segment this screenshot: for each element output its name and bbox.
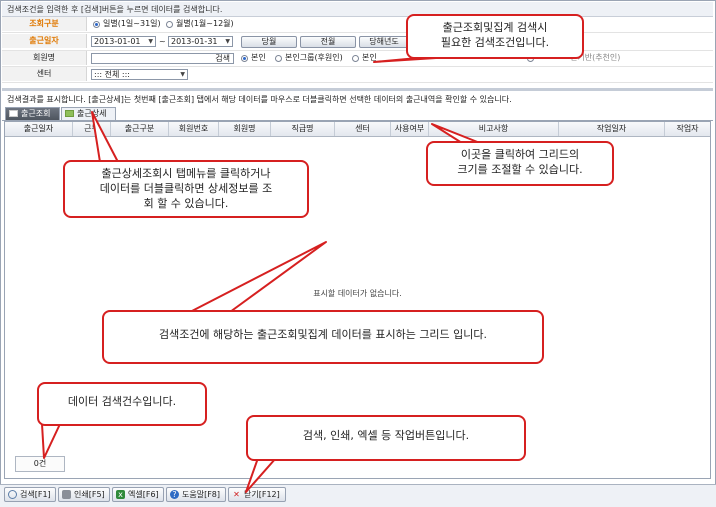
callout-line: 출근조회및집계 검색시 — [442, 21, 548, 34]
callout-line: 크기를 조절할 수 있습니다. — [457, 163, 583, 176]
callout-line: 회 할 수 있습니다. — [143, 197, 229, 210]
callout-count-info: 데이터 검색건수입니다. — [37, 382, 207, 426]
callout-tab-info: 출근상세조회시 탭메뉴를 클릭하거나 데이터를 더블클릭하면 상세정보를 조 회… — [63, 160, 309, 218]
callout-search-conditions: 출근조회및집계 검색시 필요한 검색조건입니다. — [406, 14, 584, 59]
callout-line: 데이터를 더블클릭하면 상세정보를 조 — [99, 182, 273, 195]
callout-resize-info: 이곳을 클릭하여 그리드의 크기를 조절할 수 있습니다. — [426, 141, 614, 186]
callout-line: 이곳을 클릭하여 그리드의 — [460, 148, 580, 161]
callout-line: 필요한 검색조건입니다. — [440, 36, 550, 49]
callout-grid-info: 검색조건에 해당하는 출근조회및집계 데이터를 표시하는 그리드 입니다. — [102, 310, 544, 364]
callout-line: 출근상세조회시 탭메뉴를 클릭하거나 — [101, 167, 271, 180]
callout-button-info: 검색, 인쇄, 엑셀 등 작업버튼입니다. — [246, 415, 526, 461]
